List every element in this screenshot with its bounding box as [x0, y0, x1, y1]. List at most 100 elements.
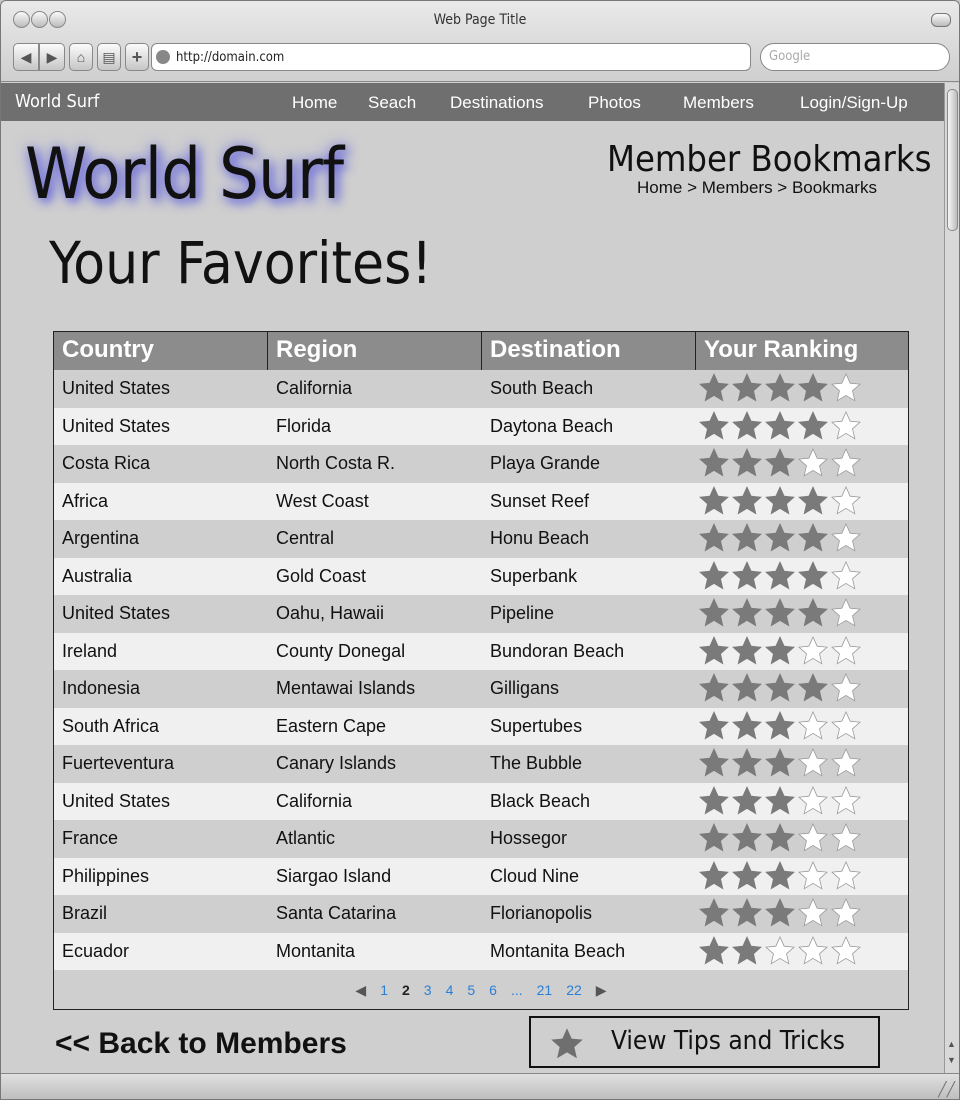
star-filled-icon[interactable]	[698, 372, 730, 404]
rating-stars[interactable]	[698, 747, 863, 779]
table-row[interactable]: United States Florida Daytona Beach	[54, 407, 908, 445]
rating-stars[interactable]	[698, 522, 863, 554]
page-link[interactable]: 4	[446, 982, 454, 998]
nav-photos[interactable]: Photos	[588, 93, 641, 113]
page-link[interactable]: 6	[489, 982, 497, 998]
star-empty-icon[interactable]	[830, 822, 862, 854]
star-filled-icon[interactable]	[764, 410, 796, 442]
table-row[interactable]: United States California Black Beach	[54, 782, 908, 820]
star-filled-icon[interactable]	[698, 822, 730, 854]
rating-stars[interactable]	[698, 597, 863, 629]
star-empty-icon[interactable]	[797, 747, 829, 779]
star-filled-icon[interactable]	[797, 372, 829, 404]
star-filled-icon[interactable]	[764, 635, 796, 667]
rating-stars[interactable]	[698, 485, 863, 517]
header-region[interactable]: Region	[268, 332, 482, 370]
star-filled-icon[interactable]	[764, 860, 796, 892]
rating-stars[interactable]	[698, 710, 863, 742]
star-filled-icon[interactable]	[698, 560, 730, 592]
star-empty-icon[interactable]	[830, 785, 862, 817]
star-empty-icon[interactable]	[830, 410, 862, 442]
star-filled-icon[interactable]	[797, 410, 829, 442]
forward-button[interactable]: ▶	[39, 43, 65, 71]
star-empty-icon[interactable]	[830, 897, 862, 929]
page-link[interactable]: 2	[402, 982, 410, 998]
rating-stars[interactable]	[698, 447, 863, 479]
star-empty-icon[interactable]	[797, 447, 829, 479]
page-link[interactable]: 3	[424, 982, 432, 998]
star-empty-icon[interactable]	[797, 785, 829, 817]
star-empty-icon[interactable]	[830, 560, 862, 592]
star-filled-icon[interactable]	[764, 485, 796, 517]
view-tips-button[interactable]: View Tips and Tricks	[529, 1016, 880, 1068]
star-empty-icon[interactable]	[797, 860, 829, 892]
star-empty-icon[interactable]	[830, 522, 862, 554]
star-filled-icon[interactable]	[731, 597, 763, 629]
star-empty-icon[interactable]	[830, 485, 862, 517]
prev-page-icon[interactable]: ◀	[355, 982, 366, 999]
star-filled-icon[interactable]	[731, 560, 763, 592]
star-filled-icon[interactable]	[731, 785, 763, 817]
star-filled-icon[interactable]	[731, 822, 763, 854]
star-filled-icon[interactable]	[764, 560, 796, 592]
scroll-down-icon[interactable]: ▼	[947, 1055, 956, 1065]
page-link[interactable]: 22	[566, 982, 582, 998]
page-link[interactable]: 5	[467, 982, 475, 998]
site-brand[interactable]: World Surf	[15, 91, 99, 112]
star-filled-icon[interactable]	[764, 522, 796, 554]
star-empty-icon[interactable]	[830, 597, 862, 629]
table-row[interactable]: United States California South Beach	[54, 370, 908, 408]
scrollbar-thumb[interactable]	[947, 89, 958, 231]
table-row[interactable]: South Africa Eastern Cape Supertubes	[54, 707, 908, 745]
table-row[interactable]: Ireland County Donegal Bundoran Beach	[54, 632, 908, 670]
star-filled-icon[interactable]	[731, 522, 763, 554]
table-row[interactable]: Philippines Siargao Island Cloud Nine	[54, 857, 908, 895]
star-empty-icon[interactable]	[830, 710, 862, 742]
rating-stars[interactable]	[698, 935, 863, 967]
table-row[interactable]: Fuerteventura Canary Islands The Bubble	[54, 745, 908, 783]
star-filled-icon[interactable]	[731, 635, 763, 667]
star-filled-icon[interactable]	[764, 672, 796, 704]
star-filled-icon[interactable]	[731, 710, 763, 742]
star-filled-icon[interactable]	[698, 485, 730, 517]
nav-home[interactable]: Home	[292, 93, 337, 113]
star-filled-icon[interactable]	[731, 935, 763, 967]
star-empty-icon[interactable]	[830, 935, 862, 967]
page-link[interactable]: 21	[537, 982, 553, 998]
star-empty-icon[interactable]	[797, 822, 829, 854]
table-row[interactable]: Costa Rica North Costa R. Playa Grande	[54, 445, 908, 483]
star-filled-icon[interactable]	[731, 372, 763, 404]
star-empty-icon[interactable]	[797, 897, 829, 929]
star-filled-icon[interactable]	[731, 897, 763, 929]
star-filled-icon[interactable]	[698, 785, 730, 817]
table-row[interactable]: Argentina Central Honu Beach	[54, 520, 908, 558]
resize-grip-icon[interactable]: ╱╱	[938, 1081, 955, 1098]
nav-members[interactable]: Members	[683, 93, 754, 113]
back-to-members-link[interactable]: << Back to Members	[55, 1027, 347, 1061]
star-filled-icon[interactable]	[698, 935, 730, 967]
rating-stars[interactable]	[698, 672, 863, 704]
header-country[interactable]: Country	[54, 332, 268, 370]
star-filled-icon[interactable]	[797, 560, 829, 592]
rating-stars[interactable]	[698, 372, 863, 404]
table-row[interactable]: Ecuador Montanita Montanita Beach	[54, 932, 908, 970]
header-destination[interactable]: Destination	[482, 332, 696, 370]
star-filled-icon[interactable]	[698, 860, 730, 892]
star-filled-icon[interactable]	[764, 447, 796, 479]
star-filled-icon[interactable]	[698, 410, 730, 442]
star-filled-icon[interactable]	[764, 897, 796, 929]
star-filled-icon[interactable]	[797, 522, 829, 554]
star-empty-icon[interactable]	[830, 447, 862, 479]
star-filled-icon[interactable]	[764, 747, 796, 779]
rating-stars[interactable]	[698, 635, 863, 667]
star-filled-icon[interactable]	[764, 785, 796, 817]
table-row[interactable]: Australia Gold Coast Superbank	[54, 557, 908, 595]
page-link[interactable]: ...	[511, 982, 523, 998]
star-filled-icon[interactable]	[698, 447, 730, 479]
nav-login-signup[interactable]: Login/Sign-Up	[800, 93, 908, 113]
star-empty-icon[interactable]	[830, 747, 862, 779]
rating-stars[interactable]	[698, 822, 863, 854]
search-input[interactable]: Google	[760, 43, 950, 71]
star-empty-icon[interactable]	[797, 935, 829, 967]
star-empty-icon[interactable]	[830, 372, 862, 404]
